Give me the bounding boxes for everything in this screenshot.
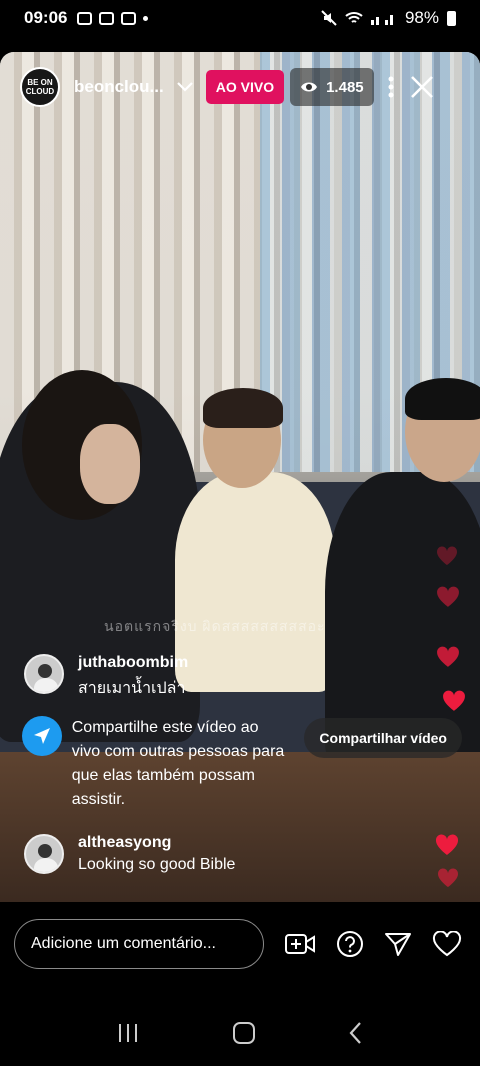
heart-icon	[443, 690, 465, 711]
comment-item: altheasyong Looking so good Bible	[24, 834, 235, 874]
live-badge: AO VIVO	[205, 70, 285, 104]
person-center	[175, 472, 335, 692]
heart-icon	[437, 586, 459, 607]
share-video-button[interactable]: Compartilhar vídeo	[304, 718, 462, 758]
heart-icon[interactable]	[432, 931, 462, 957]
heart-icon	[435, 834, 459, 855]
wifi-icon	[345, 12, 363, 23]
comment-username[interactable]: juthaboombim	[78, 654, 188, 672]
notification-icons	[77, 11, 149, 25]
eye-icon	[301, 82, 318, 92]
send-icon[interactable]	[384, 931, 412, 957]
close-icon[interactable]	[410, 75, 434, 99]
stream-username[interactable]: beonclou...	[74, 77, 164, 97]
chevron-down-icon[interactable]	[176, 81, 194, 93]
viewer-count[interactable]: 1.485	[290, 68, 374, 106]
logo-text: BE ON CLOUD	[25, 78, 55, 96]
mute-icon	[321, 10, 337, 26]
comment-username[interactable]: altheasyong	[78, 834, 235, 852]
heart-icon	[437, 868, 459, 887]
comment-text: Looking so good Bible	[78, 856, 236, 873]
recent-apps-icon[interactable]	[116, 1022, 140, 1044]
home-icon[interactable]	[232, 1021, 256, 1045]
viewer-count-value: 1.485	[326, 78, 364, 96]
share-prompt: Compartilhe este vídeo ao vivo com outra…	[22, 716, 462, 812]
comment-input[interactable]	[14, 919, 264, 969]
battery-percentage: 98%	[404, 8, 439, 27]
person-center-hair	[203, 388, 283, 428]
system-navigation-bar	[0, 1000, 480, 1066]
heart-icon	[437, 646, 459, 667]
avatar[interactable]	[24, 654, 64, 694]
app-notification-icon	[121, 11, 137, 25]
video-caption: นอตแรกจริงบ ผิดสสสสสสสสสอะ	[104, 618, 326, 634]
battery-icon	[447, 10, 456, 26]
comment-item: juthaboombim สายเมาน้ำเปล่า	[24, 654, 188, 701]
person-left-face	[80, 424, 140, 504]
comment-bar	[0, 902, 480, 986]
live-header: BE ON CLOUD beonclou... AO VIVO 1.485	[0, 64, 480, 110]
avatar[interactable]	[24, 834, 64, 874]
status-bar: 09:06 98%	[0, 0, 480, 36]
more-options-icon[interactable]	[388, 76, 394, 98]
send-icon	[22, 716, 62, 756]
instagram-notification-icon	[99, 11, 115, 25]
share-prompt-text: Compartilhe este vídeo ao vivo com outra…	[71, 719, 285, 808]
signal-icon	[370, 15, 393, 25]
question-icon[interactable]	[336, 930, 364, 958]
back-icon[interactable]	[348, 1021, 364, 1045]
add-guest-video-icon[interactable]	[284, 931, 316, 957]
profile-avatar[interactable]: BE ON CLOUD	[20, 67, 60, 107]
person-right-hair	[405, 378, 480, 420]
heart-icon	[436, 546, 458, 565]
comment-text: สายเมาน้ำเปล่า	[78, 680, 186, 697]
more-notifications-icon	[143, 15, 149, 21]
status-time: 09:06	[24, 8, 68, 27]
video-notification-icon	[77, 11, 93, 25]
